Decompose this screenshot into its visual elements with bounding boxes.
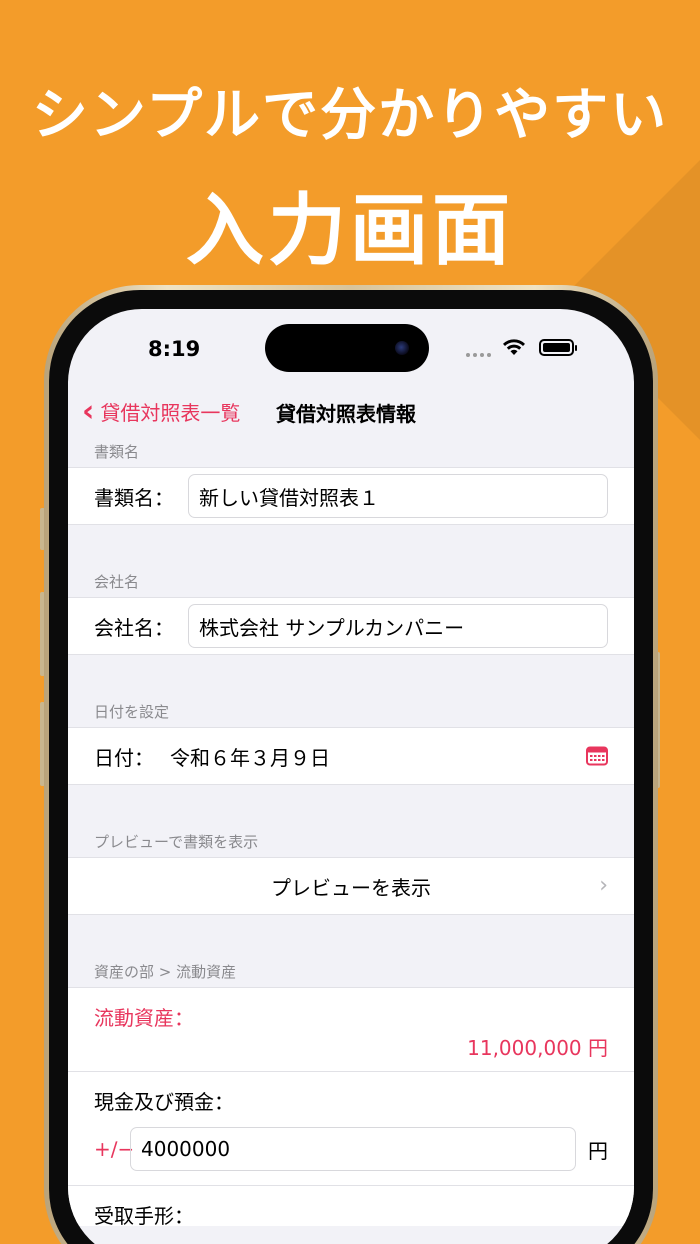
dynamic-island	[265, 324, 429, 372]
form-content: 書類名 書類名： 新しい貸借対照表１ 会社名 会社名： 株式会社 サンプルカンパ…	[68, 431, 634, 1228]
company-row: 会社名： 株式会社 サンプルカンパニー	[68, 597, 634, 655]
cash-deposits-input-row: +∕− 4000000 円	[94, 1127, 608, 1171]
phone-screen: 8:19 ‹ 貸借対照表一覧 貸借対照表情報 書類名 書類名： 新しい貸借対照表…	[68, 309, 634, 1244]
section-header-preview: プレビューで書類を表示	[94, 833, 259, 851]
doc-name-label: 書類名：	[94, 485, 174, 510]
doc-name-input[interactable]: 新しい貸借対照表１	[188, 474, 608, 518]
status-bar: 8:19	[68, 309, 634, 389]
navigation-bar: ‹ 貸借対照表一覧 貸借対照表情報	[68, 387, 634, 431]
status-time: 8:19	[148, 337, 201, 361]
currency-unit: 円	[588, 1138, 608, 1163]
assets-group: 流動資産： 11,000,000 円 現金及び預金： +∕− 4000000 円…	[68, 987, 634, 1228]
cash-deposits-row: 現金及び預金： +∕− 4000000 円	[68, 1072, 634, 1186]
back-button-label: 貸借対照表一覧	[100, 401, 241, 425]
promo-headline: シンプルで分かりやすい	[31, 83, 669, 148]
camera-icon	[395, 341, 409, 355]
chevron-right-icon: ›	[599, 873, 608, 898]
preview-button[interactable]: プレビューを表示 ›	[68, 857, 634, 915]
promo-subheadline: 入力画面	[185, 186, 514, 276]
notes-receivable-label: 受取手形：	[94, 1204, 194, 1228]
section-header-doc-name: 書類名	[94, 443, 140, 461]
section-header-company: 会社名	[94, 573, 140, 591]
calendar-icon[interactable]	[586, 746, 608, 766]
date-label: 日付：	[94, 745, 154, 770]
phone-bezel: 8:19 ‹ 貸借対照表一覧 貸借対照表情報 書類名 書類名： 新しい貸借対照表…	[49, 290, 653, 1244]
doc-name-row: 書類名： 新しい貸借対照表１	[68, 467, 634, 525]
wifi-icon	[503, 339, 525, 355]
preview-button-label: プレビューを表示	[271, 875, 431, 900]
date-row[interactable]: 日付： 令和６年３月９日	[68, 727, 634, 785]
notes-receivable-row: 受取手形：	[68, 1186, 634, 1228]
date-value: 令和６年３月９日	[170, 745, 330, 770]
page-title: 貸借対照表情報	[276, 402, 416, 426]
current-assets-total-value: 11,000,000 円	[467, 1036, 608, 1060]
cellular-signal-icon	[466, 353, 491, 357]
sign-toggle-button[interactable]: +∕−	[94, 1137, 134, 1161]
phone-frame: 8:19 ‹ 貸借対照表一覧 貸借対照表情報 書類名 書類名： 新しい貸借対照表…	[44, 285, 658, 1244]
battery-icon	[539, 339, 577, 356]
section-header-assets: 資産の部 > 流動資産	[94, 963, 237, 981]
cash-deposits-label: 現金及び預金：	[94, 1090, 234, 1114]
chevron-left-icon: ‹	[82, 393, 95, 429]
current-assets-label: 流動資産：	[94, 1006, 194, 1030]
cash-deposits-input[interactable]: 4000000	[130, 1127, 576, 1171]
company-input[interactable]: 株式会社 サンプルカンパニー	[188, 604, 608, 648]
section-header-date: 日付を設定	[94, 703, 170, 721]
back-button[interactable]: ‹ 貸借対照表一覧	[82, 393, 241, 429]
company-label: 会社名：	[94, 615, 174, 640]
current-assets-total-row: 流動資産： 11,000,000 円	[68, 988, 634, 1072]
